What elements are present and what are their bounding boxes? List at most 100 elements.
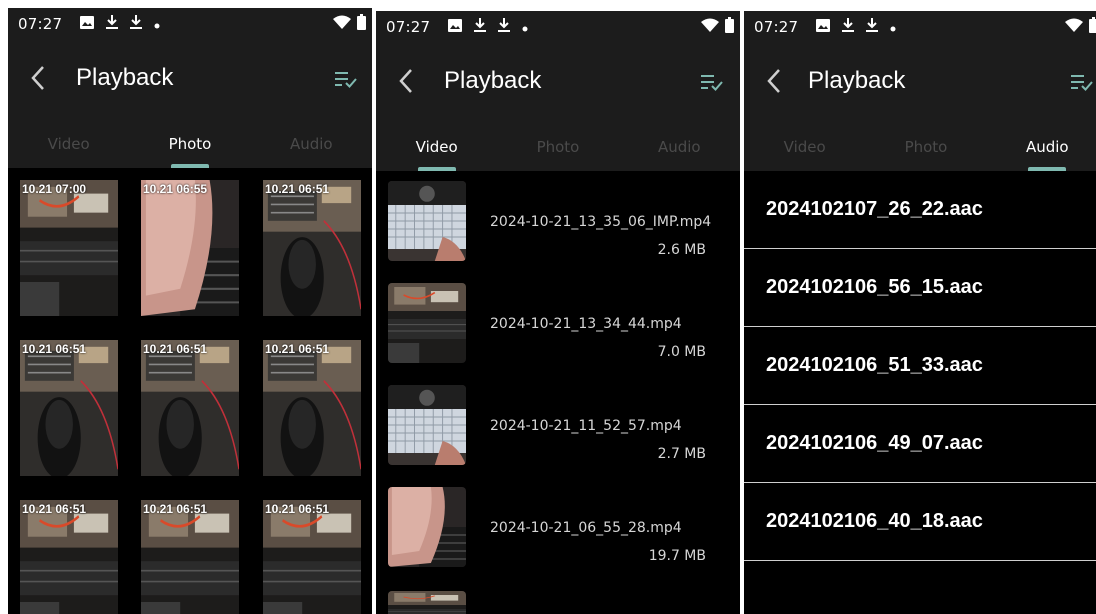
video-file-name: 2024-10-21_06_55_28.mp4 bbox=[490, 520, 682, 536]
video-file-name: 2024-10-21_13_35_06_IMP.mp4 bbox=[490, 214, 712, 230]
photo-thumbnail[interactable]: 10.21 06:55 bbox=[141, 180, 239, 316]
photo-timestamp: 10.21 07:00 bbox=[22, 182, 87, 196]
chevron-left-icon[interactable] bbox=[30, 65, 46, 95]
app-bar: Playback bbox=[744, 43, 1096, 123]
dot-icon bbox=[890, 18, 896, 36]
tab-photo[interactable]: Photo bbox=[129, 120, 250, 168]
video-list-item[interactable]: 2024-10-21_06_55_28.mp4 19.7 MB bbox=[376, 487, 740, 587]
video-list-item[interactable]: 2024-10-21_13_34_44.mp4 7.0 MB bbox=[376, 283, 740, 383]
download-icon bbox=[474, 18, 487, 36]
audio-file-name: 2024102106_56_15.aac bbox=[766, 276, 983, 298]
video-list-item[interactable]: 2024-10-21_11_52_57.mp4 2.7 MB bbox=[376, 385, 740, 485]
photo-thumbnail[interactable]: 10.21 06:51 bbox=[141, 500, 239, 614]
tab-audio[interactable]: Audio bbox=[251, 120, 372, 168]
chevron-left-icon[interactable] bbox=[398, 68, 414, 98]
tab-label: Video bbox=[415, 138, 458, 156]
tab-label: Video bbox=[47, 135, 90, 153]
status-time: 07:27 bbox=[18, 15, 63, 33]
tab-video[interactable]: Video bbox=[744, 123, 865, 171]
audio-screen: 07:27 Playback Video Photo Audio 2024102… bbox=[744, 11, 1096, 614]
app-bar: Playback bbox=[8, 40, 372, 120]
audio-file-name: 2024102107_26_22.aac bbox=[766, 198, 983, 220]
photo-thumbnail[interactable]: 10.21 06:51 bbox=[263, 500, 361, 614]
image-icon bbox=[448, 18, 463, 36]
audio-list-item[interactable]: 2024102106_56_15.aac bbox=[744, 249, 1096, 327]
video-file-size: 19.7 MB bbox=[648, 548, 706, 564]
chevron-left-icon[interactable] bbox=[766, 68, 782, 98]
photo-timestamp: 10.21 06:55 bbox=[143, 182, 208, 196]
tab-bar: Video Photo Audio bbox=[376, 123, 740, 171]
video-thumbnail[interactable] bbox=[388, 181, 466, 261]
tab-audio[interactable]: Audio bbox=[619, 123, 740, 171]
photo-timestamp: 10.21 06:51 bbox=[143, 342, 208, 356]
photo-thumbnail[interactable]: 10.21 06:51 bbox=[20, 340, 118, 476]
photo-grid: 10.21 07:00 10.21 06:55 10.21 06:51 10.21 0… bbox=[8, 168, 372, 614]
status-bar: 07:27 bbox=[376, 11, 740, 43]
page-title: Playback bbox=[76, 64, 174, 91]
tab-label: Photo bbox=[536, 138, 580, 156]
photo-timestamp: 10.21 06:51 bbox=[143, 502, 208, 516]
photo-timestamp: 10.21 06:51 bbox=[22, 342, 87, 356]
tab-photo[interactable]: Photo bbox=[497, 123, 618, 171]
select-list-icon[interactable] bbox=[334, 71, 358, 93]
battery-icon bbox=[1089, 17, 1096, 37]
audio-list-item[interactable]: 2024102106_40_18.aac bbox=[744, 483, 1096, 561]
photo-thumbnail[interactable]: 10.21 07:00 bbox=[20, 180, 118, 316]
status-time: 07:27 bbox=[386, 18, 431, 36]
dot-icon bbox=[154, 15, 160, 33]
photo-thumbnail[interactable]: 10.21 06:51 bbox=[20, 500, 118, 614]
photo-thumbnail[interactable]: 10.21 06:51 bbox=[263, 340, 361, 476]
video-list-item[interactable]: 2024-10-21_13_35_06_IMP.mp4 2.6 MB bbox=[376, 181, 740, 281]
page-title: Playback bbox=[808, 67, 906, 94]
audio-list-item[interactable]: 2024102106_49_07.aac bbox=[744, 405, 1096, 483]
audio-list-item[interactable]: 2024102107_26_22.aac bbox=[744, 171, 1096, 249]
video-thumbnail[interactable] bbox=[388, 283, 466, 363]
audio-list-item[interactable]: 2024102106_51_33.aac bbox=[744, 327, 1096, 405]
download-icon bbox=[842, 18, 855, 36]
status-bar: 07:27 bbox=[8, 8, 372, 40]
list-divider bbox=[744, 560, 1096, 561]
select-list-icon[interactable] bbox=[1070, 74, 1094, 96]
app-bar: Playback bbox=[376, 43, 740, 123]
video-thumbnail[interactable] bbox=[388, 385, 466, 465]
tab-label: Photo bbox=[904, 138, 948, 156]
select-list-icon[interactable] bbox=[700, 74, 724, 96]
wifi-icon bbox=[1065, 18, 1083, 36]
tab-label: Audio bbox=[289, 135, 333, 153]
video-file-size: 2.6 MB bbox=[657, 242, 706, 258]
video-file-size: 2.7 MB bbox=[657, 446, 706, 462]
tab-label: Audio bbox=[657, 138, 701, 156]
image-icon bbox=[816, 18, 831, 36]
download-icon bbox=[498, 18, 511, 36]
battery-icon bbox=[725, 17, 734, 37]
video-thumbnail[interactable] bbox=[388, 591, 466, 614]
video-file-name: 2024-10-21_13_34_44.mp4 bbox=[490, 316, 682, 332]
photo-thumbnail[interactable]: 10.21 06:51 bbox=[263, 180, 361, 316]
video-file-size: 7.0 MB bbox=[657, 344, 706, 360]
image-icon bbox=[80, 15, 95, 33]
photo-screen: 07:27 Playback Video Photo Audio 10.21 0… bbox=[8, 8, 372, 614]
tab-bar: Video Photo Audio bbox=[744, 123, 1096, 171]
tab-video[interactable]: Video bbox=[376, 123, 497, 171]
tab-label: Audio bbox=[1025, 138, 1069, 156]
photo-timestamp: 10.21 06:51 bbox=[22, 502, 87, 516]
audio-file-name: 2024102106_51_33.aac bbox=[766, 354, 983, 376]
photo-thumbnail[interactable]: 10.21 06:51 bbox=[141, 340, 239, 476]
tab-audio[interactable]: Audio bbox=[987, 123, 1096, 171]
download-icon bbox=[106, 15, 119, 33]
audio-file-name: 2024102106_49_07.aac bbox=[766, 432, 983, 454]
tab-video[interactable]: Video bbox=[8, 120, 129, 168]
tab-label: Photo bbox=[168, 135, 212, 153]
video-file-name: 2024-10-21_11_52_57.mp4 bbox=[490, 418, 682, 434]
audio-file-name: 2024102106_40_18.aac bbox=[766, 510, 983, 532]
video-thumbnail[interactable] bbox=[388, 487, 466, 567]
status-time: 07:27 bbox=[754, 18, 799, 36]
download-icon bbox=[866, 18, 879, 36]
download-icon bbox=[130, 15, 143, 33]
page-title: Playback bbox=[444, 67, 542, 94]
tab-photo[interactable]: Photo bbox=[865, 123, 986, 171]
audio-list: 2024102107_26_22.aac 2024102106_56_15.aac… bbox=[744, 171, 1096, 614]
photo-timestamp: 10.21 06:51 bbox=[265, 182, 330, 196]
tab-bar: Video Photo Audio bbox=[8, 120, 372, 168]
wifi-icon bbox=[701, 18, 719, 36]
